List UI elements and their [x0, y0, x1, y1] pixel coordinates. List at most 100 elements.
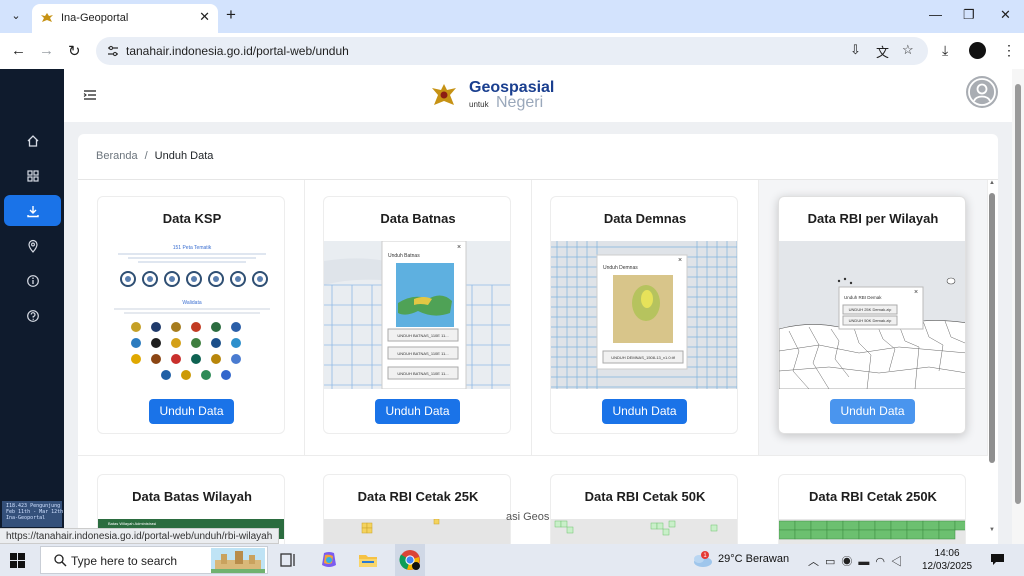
forward-arrow-icon[interactable]: → — [39, 42, 54, 59]
ksp-preview-subtitle: Walidata — [182, 300, 201, 306]
downloads-icon[interactable]: ⤓ — [942, 42, 948, 59]
battery-icon[interactable]: ▬ — [858, 556, 875, 568]
windows-start-icon[interactable] — [10, 553, 25, 568]
visitor-counter-thumbnail[interactable]: I18.423 Pengunjung Feb 11th - Mar 12th I… — [2, 501, 63, 527]
download-demnas-button[interactable]: Unduh Data — [602, 399, 687, 424]
scroll-down-arrow-icon[interactable]: ▼ — [989, 527, 995, 533]
help-icon — [26, 309, 39, 322]
card-data-rbi-per-wilayah: Data RBI per Wilayah Unduh RBI Demak × U — [778, 196, 966, 434]
minimize-button[interactable]: — — [929, 7, 942, 22]
sidebar-item-download[interactable] — [4, 195, 61, 226]
tab-close-icon[interactable]: ✕ — [199, 9, 210, 25]
weather-temp: 29°C — [718, 553, 743, 565]
address-bar[interactable]: tanahair.indonesia.go.id/portal-web/undu… — [96, 37, 928, 65]
weather-widget[interactable]: 1 29°C Berawan — [690, 550, 800, 570]
meet-now-icon[interactable]: ▭ — [825, 556, 841, 568]
logo-text-bottom: Negeri — [496, 94, 544, 111]
card-title: Data RBI Cetak 25K — [357, 489, 479, 504]
browser-tabstrip: ⌄ Ina-Geoportal ✕ + — ❐ ✕ — [0, 0, 1024, 33]
rbi-popup-item[interactable]: UNDUH 50K Demak.zip — [849, 318, 892, 323]
page-scrollbar-thumb[interactable] — [1015, 84, 1021, 504]
browser-toolbar: ← → ↻ tanahair.indonesia.go.id/portal-we… — [0, 33, 1024, 69]
download-rbi-wilayah-button[interactable]: Unduh Data — [830, 399, 915, 424]
rbi-popup-close-icon[interactable]: × — [914, 289, 918, 296]
clock-date: 12/03/2025 — [922, 561, 973, 572]
task-view-icon[interactable] — [277, 549, 299, 571]
system-tray[interactable]: ︿▭◉▬◠◁ — [808, 553, 908, 569]
card-title: Data KSP — [162, 211, 222, 226]
system-clock[interactable]: 14:06 12/03/2025 — [922, 547, 972, 573]
browser-tab[interactable]: Ina-Geoportal ✕ — [32, 4, 218, 33]
content-scrollbar[interactable]: ▲ ▼ — [987, 179, 997, 544]
demnas-popup-item[interactable]: UNDUH DEMNAS_1508-13_v1.0.tif — [611, 355, 675, 360]
demnas-popup-close-icon[interactable]: × — [678, 257, 682, 264]
clock-time: 14:06 — [934, 548, 960, 559]
rbi-25k-preview-image — [324, 518, 510, 544]
batnas-popup-title: Unduh Batnas — [388, 253, 420, 259]
card-title: Data Demnas — [603, 211, 687, 226]
url-text[interactable]: tanahair.indonesia.go.id/portal-web/undu… — [126, 44, 349, 58]
volume-icon[interactable]: ◁ — [891, 556, 908, 568]
install-app-icon[interactable]: ⇩ — [850, 42, 861, 58]
taskbar-chrome-active[interactable] — [395, 544, 425, 576]
translate-icon[interactable]: 文 — [876, 42, 889, 61]
breadcrumb-home[interactable]: Beranda — [96, 150, 138, 162]
back-arrow-icon[interactable]: ← — [11, 42, 26, 59]
sidebar-item-info[interactable] — [4, 265, 61, 296]
batnas-popup-item[interactable]: UNDUH BATNAS_110E 11... — [397, 333, 448, 338]
wifi-icon[interactable]: ◠ — [875, 556, 891, 568]
download-ksp-button[interactable]: Unduh Data — [149, 399, 234, 424]
reload-icon[interactable]: ↻ — [68, 42, 81, 60]
batas-preview-title: Batas Wilayah Administrasi — [108, 521, 157, 526]
search-icon — [54, 554, 67, 567]
notification-center-icon[interactable] — [990, 553, 1005, 566]
profile-avatar-icon[interactable] — [969, 42, 986, 59]
site-info-icon[interactable] — [106, 44, 120, 58]
restore-button[interactable]: ❐ — [963, 7, 975, 23]
sidebar: I18.423 Pengunjung Feb 11th - Mar 12th I… — [0, 69, 64, 544]
bookmark-star-icon[interactable]: ☆ — [902, 42, 914, 58]
sidebar-item-catalog[interactable] — [4, 160, 61, 191]
card-title: Data RBI Cetak 50K — [584, 489, 706, 504]
show-hidden-icons-icon[interactable]: ︿ — [808, 556, 825, 568]
cloudy-weather-icon: 1 — [694, 551, 712, 567]
taskbar-search-input[interactable]: Type here to search — [40, 546, 268, 574]
copilot-icon[interactable] — [318, 549, 340, 571]
batnas-popup-item[interactable]: UNDUH BATNAS_110E 11... — [397, 351, 448, 356]
breadcrumb: Beranda / Unduh Data — [96, 150, 213, 162]
sidebar-item-location[interactable] — [4, 230, 61, 261]
home-icon — [27, 134, 38, 147]
weather-desc: Berawan — [745, 553, 790, 565]
card-title: Data Batas Wilayah — [132, 489, 252, 504]
garuda-favicon-icon — [41, 13, 53, 22]
card-data-batnas: Data Batnas Unduh Batnas × UNDUH BATNAS_… — [323, 196, 511, 434]
rbi-250k-preview-image — [779, 519, 965, 544]
geospasial-logo[interactable]: Geospasial untuk Negeri — [429, 77, 554, 115]
security-icon[interactable]: ◉ — [841, 556, 858, 568]
card-data-demnas: Data Demnas Unduh Demnas × UNDUH DEMNAS_ — [550, 196, 738, 434]
search-highlight-image — [211, 548, 265, 573]
menu-toggle-icon[interactable] — [83, 88, 97, 102]
batnas-popup-close-icon[interactable]: × — [457, 244, 461, 251]
info-icon — [26, 274, 39, 287]
rbi-popup-item[interactable]: UNDUH 25K Demak.zip — [849, 307, 892, 312]
chrome-icon — [399, 550, 420, 570]
tab-search-button[interactable]: ⌄ — [6, 6, 26, 26]
card-data-ksp: Data KSP 151 Peta Tematik Walidata Unduh… — [97, 196, 285, 434]
file-explorer-icon[interactable] — [357, 549, 379, 571]
card-title: Data Batnas — [380, 211, 456, 226]
download-batnas-button[interactable]: Unduh Data — [375, 399, 460, 424]
new-tab-button[interactable]: + — [226, 5, 236, 25]
batnas-popup-item[interactable]: UNDUH BATNAS_110E 11... — [397, 371, 448, 376]
card-title: Data RBI Cetak 250K — [809, 489, 937, 504]
content-scrollbar-thumb[interactable] — [989, 193, 995, 463]
sidebar-item-home[interactable] — [4, 125, 61, 156]
scroll-up-arrow-icon[interactable]: ▲ — [989, 180, 995, 186]
page-scrollbar[interactable] — [1012, 69, 1024, 544]
sidebar-item-help[interactable] — [4, 300, 61, 331]
user-avatar-icon[interactable] — [966, 76, 998, 108]
batnas-preview-image: Unduh Batnas × UNDUH BATNAS_110E 11... U… — [324, 241, 510, 389]
close-window-button[interactable]: ✕ — [1000, 7, 1011, 23]
browser-menu-icon[interactable]: ⋮ — [1002, 42, 1016, 59]
card-title: Data RBI per Wilayah — [807, 211, 939, 226]
